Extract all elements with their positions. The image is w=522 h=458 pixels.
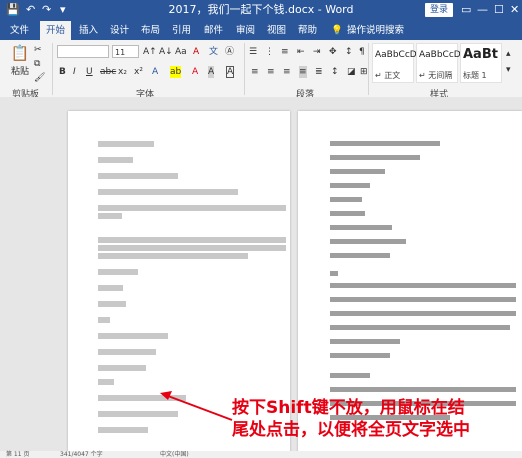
word-count[interactable]: 341/4047 个字 [60, 451, 103, 458]
annotation-line-2: 尾处点击，以便将全页文字选中 [232, 420, 470, 440]
annotation-arrow [160, 391, 233, 421]
page-indicator[interactable]: 第 11 页 [6, 451, 29, 458]
annotation-line-1: 按下Shift键不放，用鼠标在结 [232, 398, 465, 418]
language-indicator[interactable]: 中文(中国) [160, 451, 189, 458]
status-bar: 第 11 页 341/4047 个字 中文(中国) [0, 451, 522, 458]
